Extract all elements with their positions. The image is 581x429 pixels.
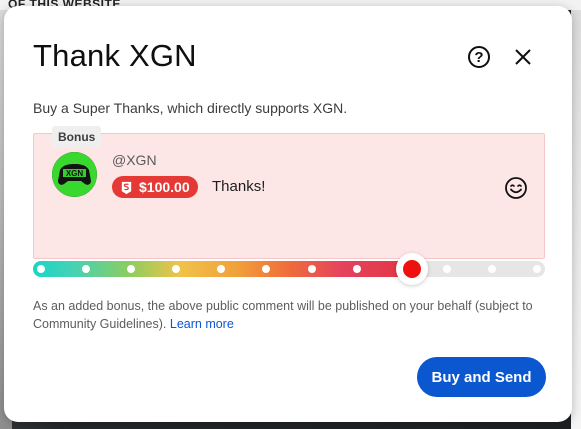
super-thanks-icon	[121, 181, 132, 194]
slider-tick[interactable]	[217, 265, 226, 273]
slider-tick[interactable]	[172, 265, 181, 273]
dialog-subtitle: Buy a Super Thanks, which directly suppo…	[33, 100, 348, 116]
slider-tick[interactable]	[307, 265, 316, 273]
learn-more-link[interactable]: Learn more	[170, 317, 234, 331]
help-circle-icon: ?	[468, 46, 490, 68]
slider-tick[interactable]	[262, 265, 271, 273]
slider-tick[interactable]	[487, 265, 496, 273]
comment-text: Thanks!	[212, 178, 266, 195]
channel-handle: @XGN	[112, 152, 157, 168]
bonus-note-text: As an added bonus, the above public comm…	[33, 299, 533, 331]
bonus-note: As an added bonus, the above public comm…	[33, 297, 533, 333]
slider-tick[interactable]	[127, 265, 136, 273]
slider-tick[interactable]	[533, 265, 541, 273]
bonus-tag: Bonus	[52, 126, 102, 147]
background-right-shade	[571, 10, 581, 429]
amount-slider[interactable]	[33, 252, 545, 286]
smile-icon	[505, 177, 527, 199]
svg-text:XGN: XGN	[66, 169, 84, 178]
slider-tick[interactable]	[442, 265, 451, 273]
amount-badge: $100.00	[112, 176, 198, 198]
avatar: XGN	[52, 152, 97, 197]
super-thanks-dialog: Thank XGN ? Buy a Super Thanks, which di…	[4, 6, 572, 422]
help-button[interactable]: ?	[466, 44, 492, 70]
slider-tick[interactable]	[37, 265, 45, 273]
emoji-button[interactable]	[504, 176, 528, 200]
close-button[interactable]	[510, 44, 536, 70]
slider-thumb-inner	[402, 260, 421, 278]
slider-track-fill	[33, 261, 420, 277]
dialog-title: Thank XGN	[33, 38, 197, 73]
buy-and-send-button[interactable]: Buy and Send	[417, 357, 546, 397]
close-icon	[515, 49, 531, 65]
slider-thumb[interactable]	[395, 253, 428, 285]
amount-value: $100.00	[139, 179, 190, 195]
slider-tick[interactable]	[352, 265, 361, 273]
xgn-logo-icon: XGN	[52, 152, 97, 197]
comment-preview-card: Bonus XGN @XGN $100.00 Thanks!	[33, 126, 545, 259]
slider-tick[interactable]	[82, 265, 91, 273]
